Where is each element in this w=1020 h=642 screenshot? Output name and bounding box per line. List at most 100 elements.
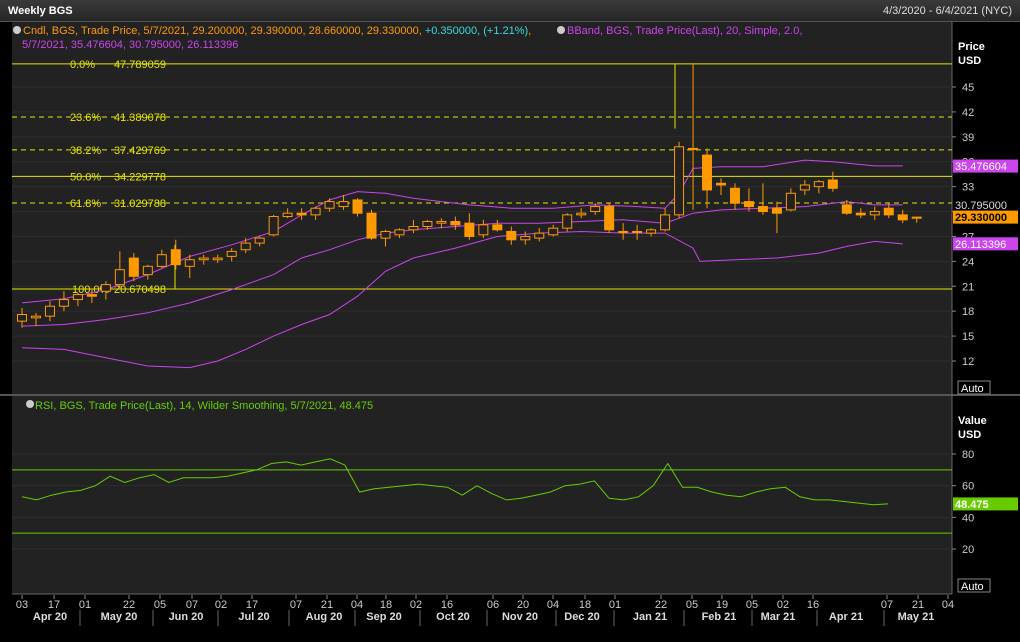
x-day-label: 17 <box>48 599 60 611</box>
price-tick-label: 24 <box>962 256 974 268</box>
candle-body <box>100 284 111 292</box>
x-day-label: 02 <box>215 599 227 611</box>
candle-body <box>771 207 782 214</box>
x-day-label: 07 <box>186 599 198 611</box>
x-day-label: 04 <box>942 599 954 611</box>
price-tick-label: 15 <box>962 331 974 343</box>
candle-body <box>534 232 545 239</box>
candle-body <box>883 207 894 216</box>
candle-body <box>702 154 713 191</box>
x-day-label: 18 <box>380 599 392 611</box>
candle-body <box>660 214 671 231</box>
date-range: 4/3/2020 - 6/4/2021 (NYC) <box>882 5 1012 17</box>
x-day-label: 16 <box>807 599 819 611</box>
candle-legend-change: +0.350000, (+1.21%) <box>425 25 528 37</box>
candle-body <box>268 216 279 236</box>
fib-level-value: 34.229778 <box>114 171 166 183</box>
fib-level-value: 31.029788 <box>114 198 166 210</box>
last-price-tag-text: 29.330000 <box>955 212 1007 224</box>
x-day-label: 02 <box>777 599 789 611</box>
rsi-legend-text: RSI, BGS, Trade Price(Last), 14, Wilder … <box>35 400 373 412</box>
candle-body <box>450 221 461 226</box>
candle-body <box>729 187 740 204</box>
chart-area[interactable]: 0.0% 47.789059 23.6% 41.389078 38.2% 37.42976… <box>0 22 1020 642</box>
fib-level-pct: 23.6% <box>70 112 101 124</box>
x-day-label: 21 <box>912 599 924 611</box>
candle-body <box>716 182 726 186</box>
x-day-label: 05 <box>746 599 758 611</box>
price-auto-button[interactable]: Auto <box>957 380 991 395</box>
x-month-label: Jun 20 <box>169 611 204 623</box>
candle-body <box>632 230 643 233</box>
x-month-label: Mar 21 <box>761 611 796 623</box>
chart-title: Weekly BGS <box>8 5 73 17</box>
price-tick-label: 39 <box>962 132 974 144</box>
x-month-label: Aug 20 <box>306 611 343 623</box>
fib-level-value: 41.389078 <box>114 112 166 124</box>
candle-body <box>394 229 405 236</box>
candle-body <box>464 222 475 237</box>
candle-body <box>813 181 824 188</box>
candle-legend-icon[interactable] <box>13 26 21 34</box>
price-tick-label: 18 <box>962 306 974 318</box>
x-day-label: 22 <box>655 599 667 611</box>
candle-body <box>548 227 559 236</box>
candle-body <box>827 179 838 189</box>
candle-body <box>212 257 223 261</box>
candle-body <box>492 224 503 231</box>
candle-body <box>604 206 615 231</box>
x-day-label: 16 <box>441 599 453 611</box>
rsi-tick-label: 60 <box>962 481 974 493</box>
x-month-label: Sep 20 <box>366 611 401 623</box>
rsi-legend: RSI, BGS, Trade Price(Last), 14, Wilder … <box>26 400 373 412</box>
x-day-label: 07 <box>881 599 893 611</box>
candle-body <box>897 214 908 221</box>
fib-level-pct: 38.2% <box>70 145 101 157</box>
price-auto-label[interactable]: Auto <box>961 383 984 395</box>
candle-body <box>296 212 307 216</box>
candle-body <box>254 237 265 244</box>
fib-level-value: 37.429769 <box>114 145 166 157</box>
x-day-label: 20 <box>517 599 529 611</box>
x-month-label: Oct 20 <box>436 611 470 623</box>
x-day-label: 04 <box>547 599 559 611</box>
bband-legend-icon[interactable] <box>557 26 565 34</box>
x-day-label: 02 <box>410 599 422 611</box>
x-day-label: 22 <box>123 599 135 611</box>
candle-body <box>478 224 489 236</box>
rsi-panel[interactable] <box>12 396 952 594</box>
candle-body <box>184 259 195 267</box>
price-tick-label: 42 <box>962 107 974 119</box>
rsi-axis-unit: USD <box>958 429 981 441</box>
rsi-value-tag-text: 48.475 <box>955 499 989 511</box>
candle-body <box>30 315 41 319</box>
rsi-tick-label: 80 <box>962 449 974 461</box>
x-day-label: 01 <box>609 599 621 611</box>
x-day-label: 19 <box>716 599 728 611</box>
candle-body <box>142 265 153 276</box>
candle-body <box>422 221 433 227</box>
rsi-tick-label: 40 <box>962 512 974 524</box>
fib-level-value: 20.670498 <box>114 284 166 296</box>
x-day-label: 07 <box>290 599 302 611</box>
candle-body <box>506 230 517 241</box>
x-day-label: 06 <box>487 599 499 611</box>
candle-body <box>688 147 699 150</box>
candle-body <box>646 229 657 234</box>
x-month-label: Apr 20 <box>33 611 67 623</box>
candle-body <box>590 206 601 213</box>
price-tick-label: 12 <box>962 356 974 368</box>
rsi-axis-title: Value <box>958 415 987 427</box>
candle-body <box>198 257 209 261</box>
x-day-label: 03 <box>16 599 28 611</box>
x-month-label: Jan 21 <box>633 611 667 623</box>
x-month-label: May 20 <box>101 611 138 623</box>
rsi-auto-button[interactable]: Auto <box>957 578 991 593</box>
candle-body <box>310 207 321 216</box>
rsi-auto-label[interactable]: Auto <box>961 581 984 593</box>
candle-body <box>86 294 97 297</box>
rsi-value-tags: 48.475 <box>953 497 1018 511</box>
candle-body <box>282 212 293 218</box>
rsi-legend-icon[interactable] <box>26 400 34 408</box>
x-month-label: Dec 20 <box>564 611 599 623</box>
